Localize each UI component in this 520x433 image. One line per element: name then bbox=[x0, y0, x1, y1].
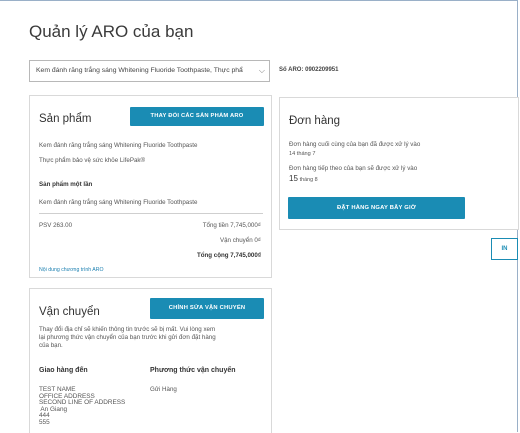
shipping-card: Vận chuyển CHỈNH SỬA VẬN CHUYỂN Thay đổi… bbox=[29, 288, 272, 433]
last-order-label: Đơn hàng cuối cùng của bạn đã được xử lý… bbox=[289, 141, 421, 148]
subtotal: Tổng tiền 7,745,000₫ bbox=[202, 222, 261, 229]
next-order-day: 15 bbox=[289, 174, 298, 183]
address-line: 555 bbox=[39, 418, 50, 426]
page-title: Quản lý ARO của bạn bbox=[29, 22, 194, 41]
order-total: Tổng cộng 7,745,000₫ bbox=[196, 252, 261, 259]
product-select[interactable]: Kem đánh răng trắng sáng Whitening Fluor… bbox=[29, 60, 270, 82]
aro-number: Số ARO: 0902209951 bbox=[279, 67, 339, 73]
next-order-month: tháng 8 bbox=[299, 177, 318, 183]
next-order-label: Đơn hàng tiếp theo của bạn sẽ được xử lý… bbox=[289, 165, 418, 172]
delivery-address: TEST NAME OFFICE ADDRESS SECOND LINE OF … bbox=[39, 386, 125, 427]
order-now-button[interactable]: ĐẶT HÀNG NGAY BÂY GIỜ bbox=[288, 197, 465, 219]
aro-program-link[interactable]: Nội dung chương trình ARO bbox=[39, 267, 104, 273]
last-order-date: 14 tháng 7 bbox=[289, 151, 316, 157]
edit-shipping-button[interactable]: CHỈNH SỬA VẬN CHUYỂN bbox=[150, 298, 264, 319]
shipping-note-line: lại phương thức vận chuyển của bạn trước… bbox=[39, 334, 216, 341]
shipping-method-value: Gửi Hàng bbox=[150, 386, 177, 393]
product-card-title: Sản phẩm bbox=[39, 113, 92, 125]
shipping-cost: Vận chuyển 0₫ bbox=[219, 237, 261, 244]
change-products-button[interactable]: THAY ĐỔI CÁC SẢN PHẨM ARO bbox=[130, 107, 264, 126]
shipping-method-heading: Phương thức vận chuyển bbox=[150, 367, 236, 374]
divider bbox=[39, 213, 263, 214]
order-card: Đơn hàng Đơn hàng cuối cùng của bạn đã đ… bbox=[279, 97, 519, 230]
product-select-value: Kem đánh răng trắng sáng Whitening Fluor… bbox=[36, 67, 243, 74]
one-time-heading: Sản phẩm một lần bbox=[39, 181, 93, 188]
order-card-title: Đơn hàng bbox=[289, 115, 341, 127]
deliver-to-heading: Giao hàng đến bbox=[39, 367, 88, 374]
address-line: 444 bbox=[39, 412, 50, 420]
shipping-card-title: Vận chuyển bbox=[39, 306, 100, 318]
one-time-item: Kem đánh răng trắng sáng Whitening Fluor… bbox=[39, 199, 198, 206]
next-order-date: 15 tháng 8 bbox=[289, 174, 318, 183]
print-button[interactable]: IN bbox=[491, 238, 518, 260]
product-item: Thực phẩm bảo vệ sức khỏe LifePak® bbox=[39, 157, 146, 164]
address-line: An Giang bbox=[39, 405, 68, 413]
psv-value: PSV 263.00 bbox=[39, 222, 73, 229]
shipping-note-line: Thay đổi địa chỉ sẽ khiến thông tin trướ… bbox=[39, 326, 216, 333]
product-item: Kem đánh răng trắng sáng Whitening Fluor… bbox=[39, 142, 198, 149]
chevron-down-icon: ⌵ bbox=[258, 66, 265, 75]
product-card: Sản phẩm THAY ĐỔI CÁC SẢN PHẨM ARO Kem đ… bbox=[29, 95, 272, 278]
shipping-note-line: của bạn. bbox=[39, 342, 63, 349]
